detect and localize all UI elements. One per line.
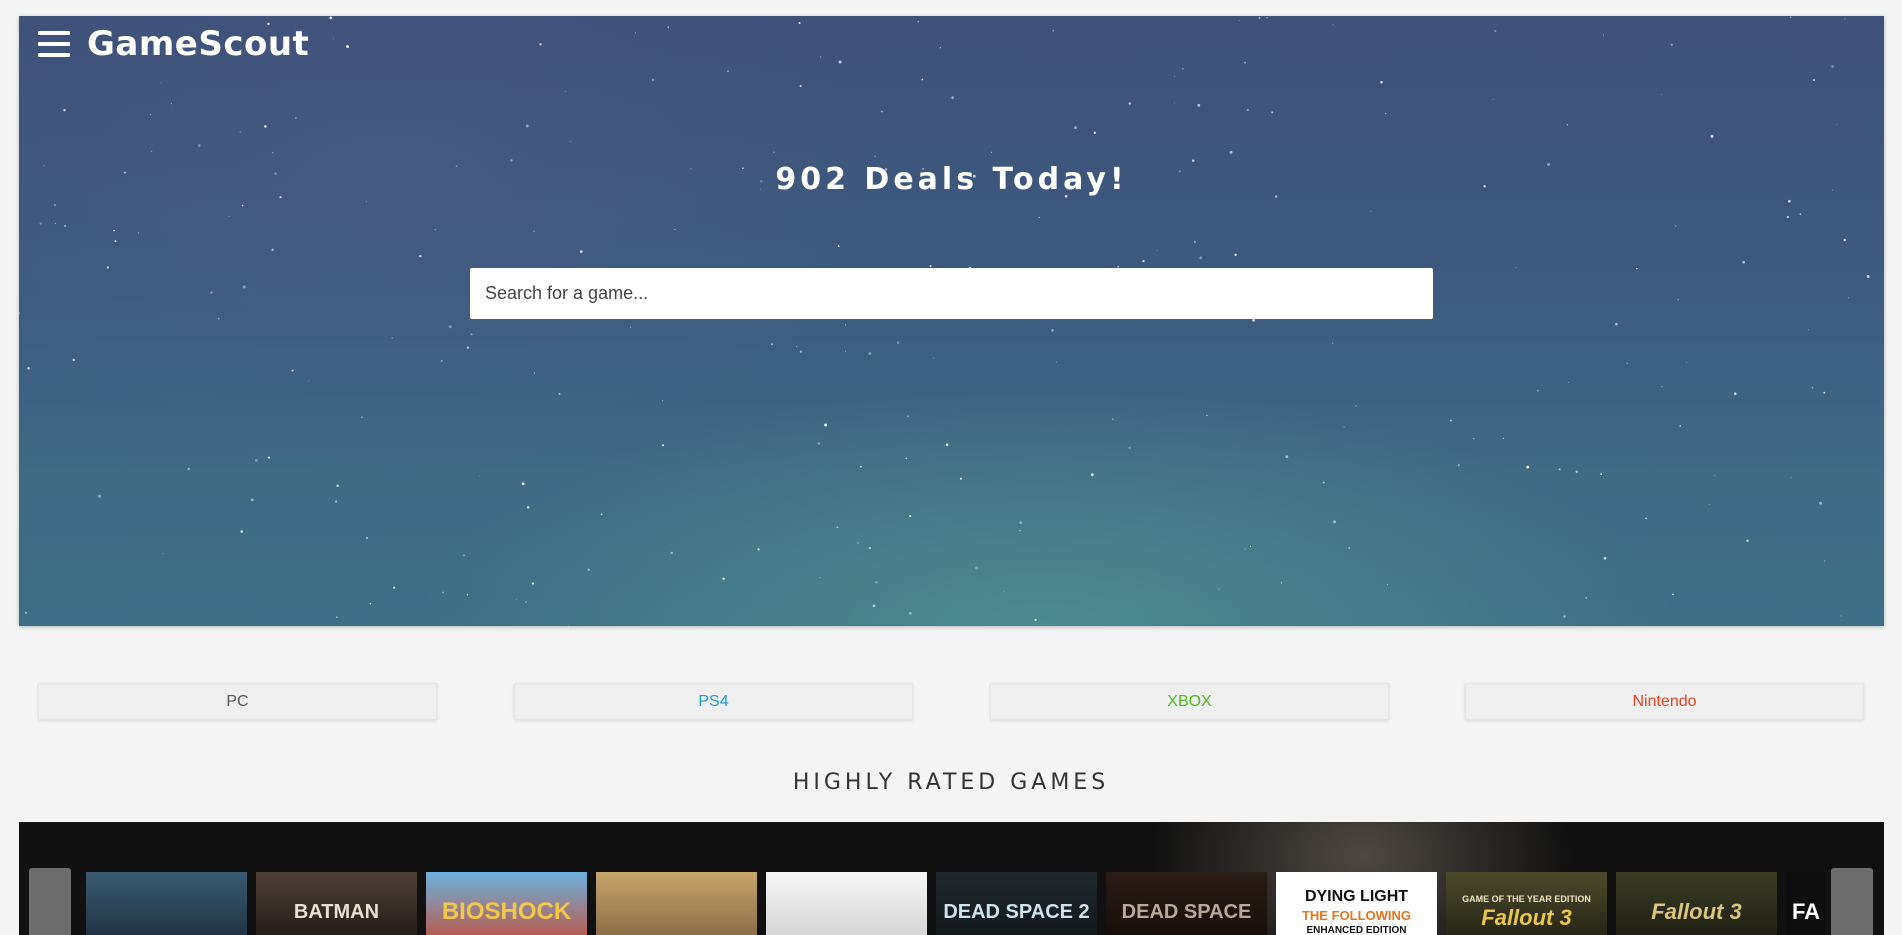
game-cover[interactable]: BIOSHOCK — [426, 872, 587, 935]
game-cover[interactable] — [86, 872, 247, 935]
game-cover[interactable]: BATMAN — [256, 872, 417, 935]
platform-label: XBOX — [1167, 692, 1212, 710]
highly-rated-carousel: BATMAN BIOSHOCK DEAD SPACE 2 DEAD SPACE DYIN… — [19, 822, 1884, 935]
game-cover-title: DEAD SPACE — [1121, 901, 1252, 923]
game-cover[interactable] — [766, 872, 927, 935]
game-cover-title: BATMAN — [293, 901, 380, 923]
game-cover-subtitle: GAME OF THE YEAR EDITION — [1462, 894, 1591, 904]
game-cover-title: Fallout 3 — [1481, 905, 1572, 930]
game-cover-title: FA — [1791, 899, 1821, 924]
search-input[interactable] — [470, 268, 1433, 319]
game-cover-subtitle: THE FOLLOWING — [1301, 907, 1412, 923]
game-cover-title: DYING LIGHT — [1304, 887, 1409, 905]
game-cover[interactable]: GAME OF THE YEAR EDITION Fallout 3 — [1446, 872, 1607, 935]
starfield-background — [19, 16, 1870, 626]
game-cover[interactable] — [596, 872, 757, 935]
platform-nintendo-button[interactable]: Nintendo — [1465, 683, 1864, 720]
platform-label: PC — [226, 692, 249, 710]
game-cover-title: BIOSHOCK — [441, 898, 572, 925]
platform-label: Nintendo — [1632, 692, 1697, 710]
highly-rated-title: HIGHLY RATED GAMES — [792, 770, 1110, 795]
game-cover[interactable]: DEAD SPACE 2 — [936, 872, 1097, 935]
game-cover[interactable]: DEAD SPACE — [1106, 872, 1267, 935]
game-cover-edition: ENHANCED EDITION — [1306, 924, 1407, 935]
game-cover-title: Fallout 3 — [1651, 899, 1742, 924]
carousel-next-button[interactable] — [1831, 868, 1873, 935]
game-cover-list: BATMAN BIOSHOCK DEAD SPACE 2 DEAD SPACE DYIN… — [86, 872, 1826, 935]
platform-filters: PC PS4 XBOX Nintendo — [0, 683, 1902, 720]
platform-pc-button[interactable]: PC — [38, 683, 437, 720]
hero-banner: GameScout 902 Deals Today! — [19, 16, 1884, 626]
carousel-prev-button[interactable] — [29, 868, 71, 935]
game-cover-title: DEAD SPACE 2 — [943, 901, 1090, 923]
game-cover[interactable]: DYING LIGHT THE FOLLOWING ENHANCED EDITION — [1276, 872, 1437, 935]
platform-xbox-button[interactable]: XBOX — [990, 683, 1389, 720]
game-cover[interactable]: FA — [1786, 872, 1826, 935]
platform-ps4-button[interactable]: PS4 — [514, 683, 913, 720]
game-cover[interactable]: Fallout 3 — [1616, 872, 1777, 935]
menu-icon[interactable] — [38, 31, 70, 57]
deals-headline: 902 Deals Today! — [775, 162, 1128, 197]
platform-label: PS4 — [698, 692, 729, 710]
brand-logo[interactable]: GameScout — [87, 24, 309, 64]
